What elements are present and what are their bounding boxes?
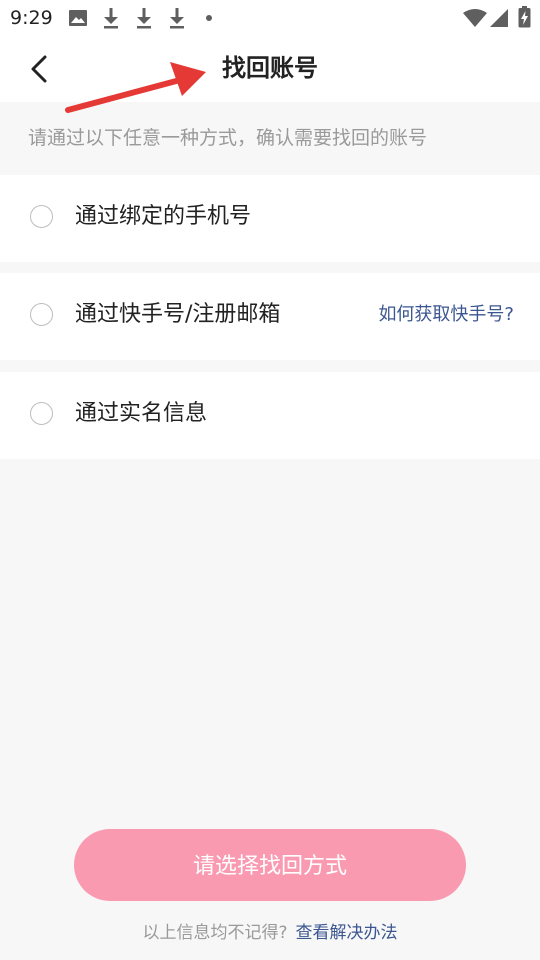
- option-real-name-info[interactable]: 通过实名信息: [0, 372, 540, 459]
- header: 找回账号: [0, 36, 540, 102]
- image-icon: [69, 10, 87, 26]
- download-icon: [137, 8, 151, 29]
- select-method-button[interactable]: 请选择找回方式: [74, 829, 466, 901]
- radio-button[interactable]: [30, 402, 53, 425]
- view-solution-link[interactable]: 查看解决办法: [296, 923, 398, 943]
- wifi-icon: [463, 9, 487, 27]
- dot-icon: [206, 15, 212, 21]
- signal-icon: [490, 9, 508, 27]
- how-to-get-id-link[interactable]: 如何获取快手号?: [378, 302, 514, 328]
- option-label: 通过绑定的手机号: [75, 204, 252, 229]
- option-bound-phone[interactable]: 通过绑定的手机号: [0, 175, 540, 262]
- footer: 以上信息均不记得? 查看解决办法: [0, 921, 540, 945]
- account-recovery-page: 9:29 找回账号 请通过以下任意一种方式，确认需要找回的账号 通过绑定的手机号…: [0, 0, 540, 960]
- option-label: 通过快手号/注册邮箱: [75, 302, 281, 327]
- page-title: 找回账号: [222, 54, 318, 82]
- status-bar: 9:29: [0, 0, 540, 36]
- radio-button[interactable]: [30, 205, 53, 228]
- status-time: 9:29: [10, 7, 53, 29]
- radio-button[interactable]: [30, 303, 53, 326]
- download-icon: [170, 8, 184, 29]
- battery-charging-icon: [518, 6, 531, 28]
- option-label: 通过实名信息: [75, 401, 208, 426]
- footer-text: 以上信息均不记得?: [142, 923, 288, 943]
- option-kuaishou-id-email[interactable]: 通过快手号/注册邮箱 如何获取快手号?: [0, 273, 540, 360]
- instruction-hint: 请通过以下任意一种方式，确认需要找回的账号: [28, 127, 428, 149]
- download-icon: [104, 8, 118, 29]
